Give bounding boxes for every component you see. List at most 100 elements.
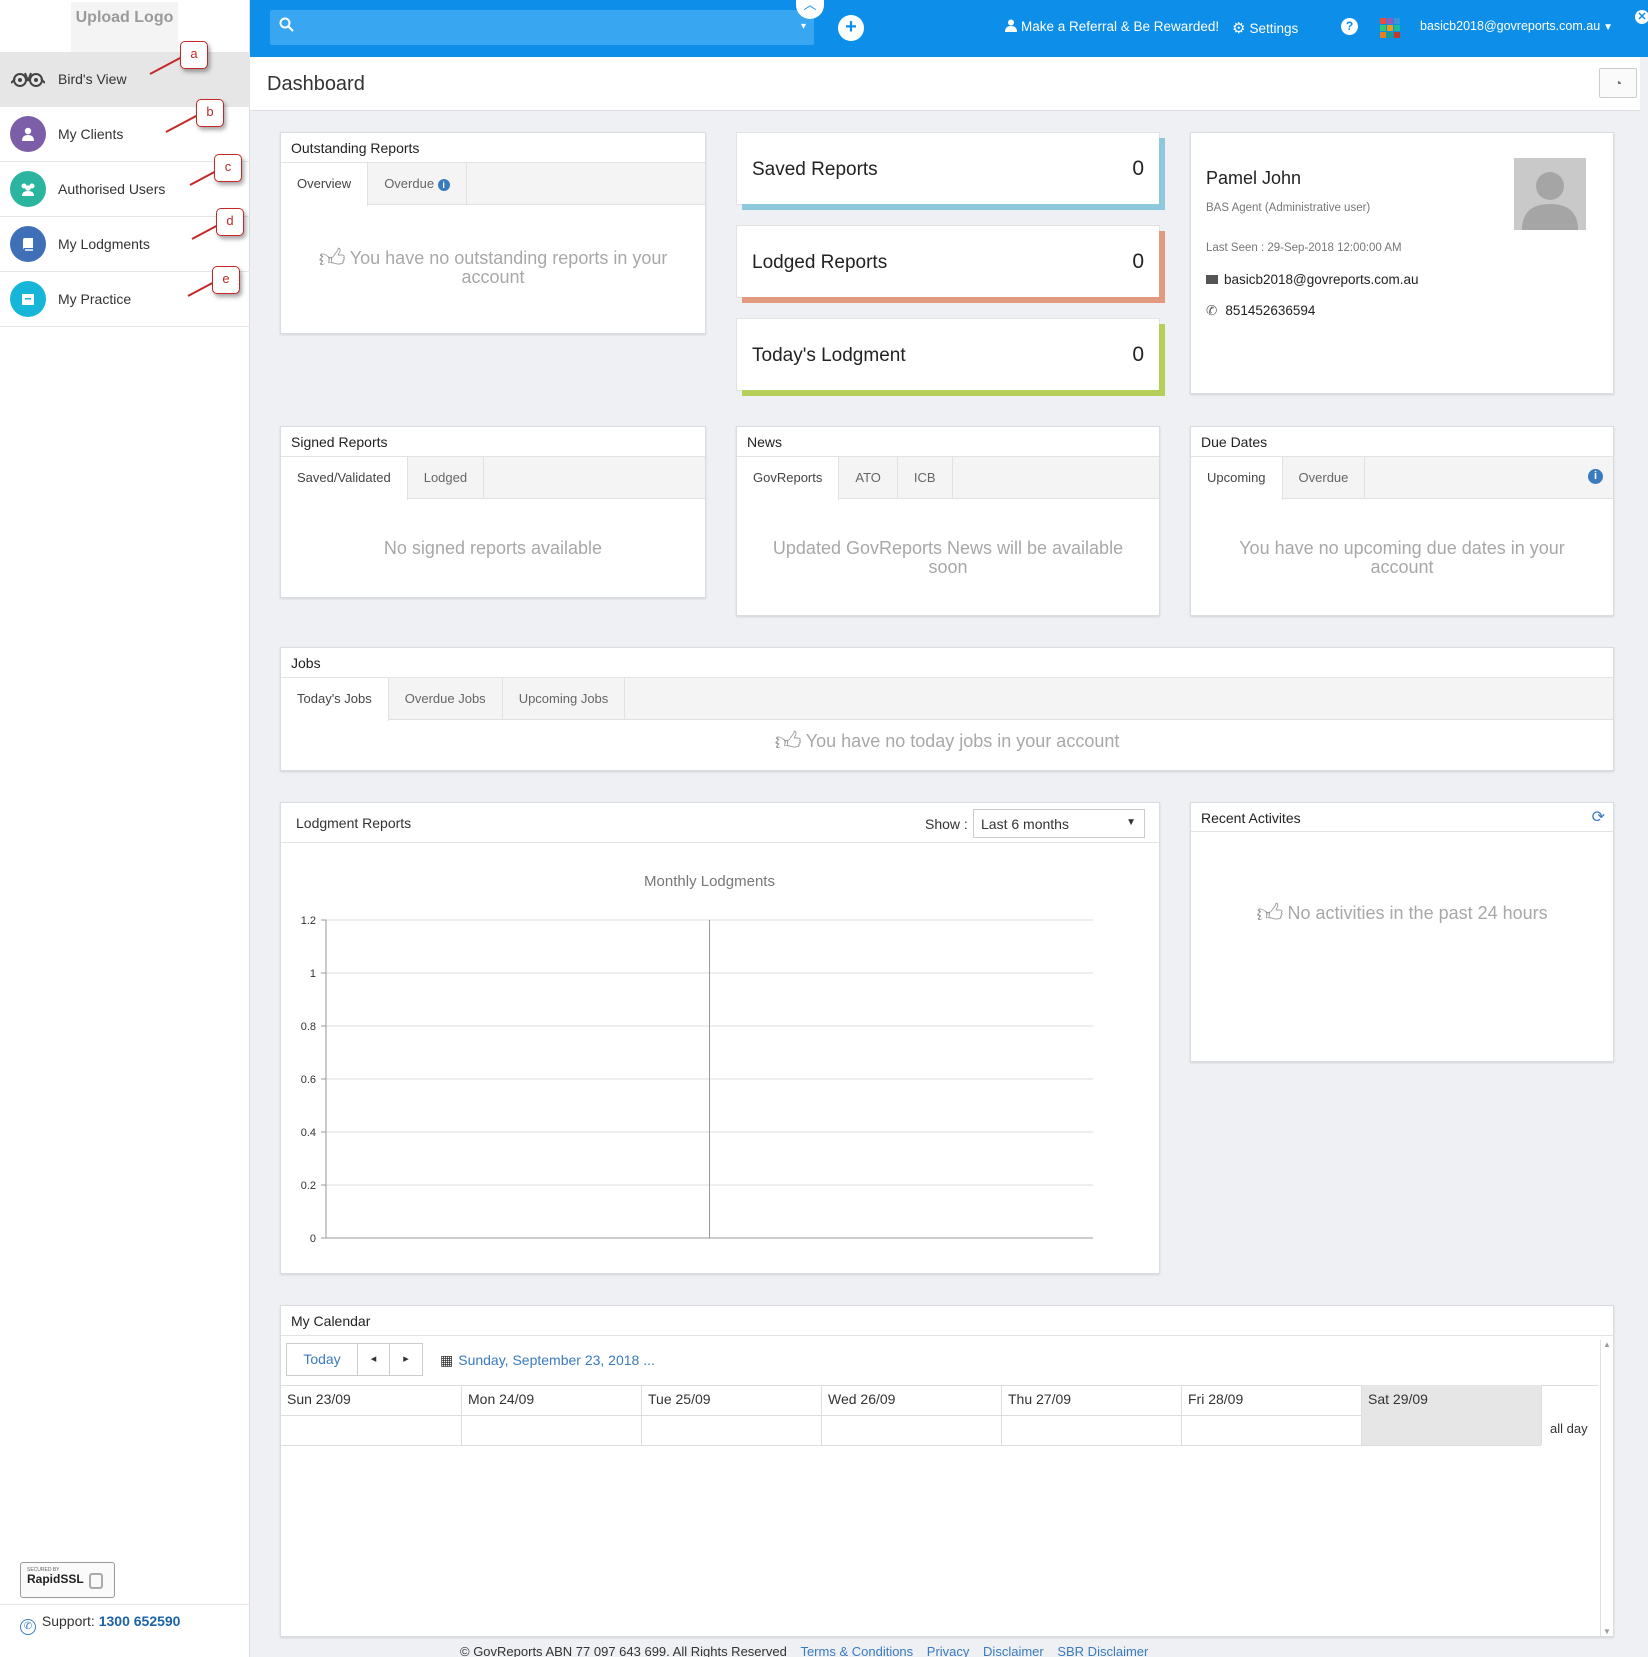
tab-bar: Overview Overdue i [281,163,705,206]
y-tick-label: 0.8 [301,1021,316,1033]
users-icon [10,171,46,207]
footer-link-terms[interactable]: Terms & Conditions [800,1644,913,1657]
tab-overdue[interactable]: Overdue i [368,163,467,205]
dashboard-gauge-icon: ◔ [1613,75,1623,91]
calendar-today-button[interactable]: Today [286,1343,358,1376]
calendar-day-column[interactable]: Sun 23/09 [281,1385,462,1445]
phone-icon: ✆ [20,1619,36,1635]
stat-value: 0 [1132,157,1144,180]
panel-title: Recent Activites ⟳ [1191,803,1613,832]
plus-icon: + [845,16,857,38]
empty-message: You have no upcoming due dates in your a… [1239,538,1565,577]
accent-bar [742,204,1159,210]
news-panel: News GovReports ATO ICB Updated GovRepor… [736,426,1160,616]
calendar-day-column[interactable]: Sat 29/09 [1362,1385,1542,1445]
calendar-day-column[interactable]: Mon 24/09 [462,1385,642,1445]
tab-overdue-jobs[interactable]: Overdue Jobs [389,678,503,720]
chevron-down-icon: ▼ [1603,22,1614,33]
calendar-day-column[interactable]: Fri 28/09 [1182,1385,1362,1445]
tab-govreports[interactable]: GovReports [737,457,840,500]
profile-phone-row: ✆ 851452636594 [1206,303,1315,319]
recent-activities-panel: Recent Activites ⟳ 👍︎ No activities in th… [1190,802,1614,1062]
footer: © GovReports ABN 77 097 643 699. All Rig… [460,1644,1148,1657]
tab-upcoming-jobs[interactable]: Upcoming Jobs [503,678,626,720]
accent-bar [1159,231,1165,303]
y-tick-label: 0.2 [301,1180,316,1192]
refresh-icon[interactable]: ⟳ [1592,803,1605,833]
tab-overview[interactable]: Overview [281,163,369,206]
user-menu[interactable]: basicb2018@govreports.com.au ▼ [1420,19,1613,33]
info-icon[interactable]: i [1588,469,1603,484]
tab-upcoming[interactable]: Upcoming [1191,457,1283,500]
search-input[interactable]: ▾ [270,10,814,45]
calendar-day-column[interactable]: Tue 25/09 [642,1385,822,1445]
sidebar-item-label: My Clients [58,126,124,142]
calendar-divider [281,1445,1541,1446]
support-phone[interactable]: 1300 652590 [99,1613,181,1629]
calendar-scrollbar[interactable]: ▲ ▼ [1600,1340,1614,1636]
scroll-up-icon[interactable]: ▲ [1603,1340,1611,1349]
tab-bar: GovReports ATO ICB [737,457,1159,500]
stat-label: Today's Lodgment [752,345,906,366]
tab-lodged[interactable]: Lodged [408,457,485,499]
empty-message: 👍︎ You have no outstanding reports in you… [281,245,705,287]
empty-message: No signed reports available [383,538,603,558]
empty-message: 👍︎ No activities in the past 24 hours [1191,900,1613,926]
gear-icon: ⚙ [1232,20,1246,37]
scroll-down-icon[interactable]: ▼ [1603,1627,1611,1636]
y-tick-label: 1.2 [301,915,316,927]
thumbs-up-icon: 👍︎ [774,726,802,756]
calendar-date-picker[interactable]: ▦ Sunday, September 23, 2018 ... [440,1352,655,1369]
empty-text: No activities in the past 24 hours [1287,903,1548,923]
stat-value: 0 [1132,343,1144,366]
phone-icon: ✆ [1206,303,1218,318]
page-title: Dashboard [267,73,365,95]
upload-logo[interactable]: Upload Logo [71,2,178,52]
apps-grid-icon[interactable] [1380,18,1400,38]
stat-value: 0 [1132,250,1144,273]
chart-title: Monthly Lodgments [644,873,775,890]
tab-overdue[interactable]: Overdue [1283,457,1366,499]
calendar-next-button[interactable]: ▸ [389,1343,423,1376]
sidebar-item-label: My Lodgments [58,236,150,252]
todays-lodgment-card[interactable]: Today's Lodgment 0 [736,318,1165,396]
help-icon[interactable]: ? [1341,18,1358,35]
sidebar-item-authorised-users[interactable]: Authorised Users [0,162,250,217]
tab-saved-validated[interactable]: Saved/Validated [281,457,408,500]
calendar-day-column[interactable]: Thu 27/09 [1002,1385,1182,1445]
sidebar-item-my-lodgments[interactable]: My Lodgments [0,217,250,272]
panel-title: Jobs [281,648,1613,678]
dashboard-customize-button[interactable]: ◔ [1599,68,1637,98]
support-label: Support: [41,1613,95,1629]
due-dates-panel: Due Dates Upcoming Overdue i You have no… [1190,426,1614,616]
profile-name: Pamel John [1206,168,1302,188]
lodged-reports-card[interactable]: Lodged Reports 0 [736,225,1165,303]
add-button[interactable]: + [838,15,864,41]
footer-link-disclaimer[interactable]: Disclaimer [983,1644,1044,1657]
calendar-day-column[interactable]: Wed 26/09 [822,1385,1002,1445]
tab-ato[interactable]: ATO [839,457,898,499]
callout-d: d [216,208,244,236]
referral-link[interactable]: Make a Referral & Be Rewarded! [1005,19,1219,34]
period-select[interactable]: Last 6 months ▼ [973,809,1145,838]
close-icon[interactable]: ✕ [1635,10,1648,24]
lodgment-chart: Monthly Lodgments 1.2 1 0.8 0.6 0.4 0.2 0 [301,873,1093,1245]
lock-icon [88,1573,103,1589]
accent-bar [1159,138,1165,210]
saved-reports-card[interactable]: Saved Reports 0 [736,132,1165,210]
calendar-prev-button[interactable]: ◂ [357,1343,390,1376]
referral-label: Make a Referral & Be Rewarded! [1021,19,1220,34]
period-select-value: Last 6 months [981,816,1069,832]
empty-message: Updated GovReports News will be availabl… [772,538,1124,577]
tab-icb[interactable]: ICB [898,457,953,499]
footer-link-sbr-disclaimer[interactable]: SBR Disclaimer [1057,1644,1148,1657]
envelope-icon [1206,275,1218,284]
owl-icon [10,61,46,97]
search-dropdown-caret-icon[interactable]: ▾ [801,21,806,32]
settings-link[interactable]: ⚙ Settings [1232,19,1298,37]
tab-todays-jobs[interactable]: Today's Jobs [281,678,389,721]
panel-title: Lodgment Reports [296,815,412,831]
y-tick-label: 0.4 [301,1127,316,1139]
tab-label: Overdue [384,176,435,191]
footer-link-privacy[interactable]: Privacy [927,1644,970,1657]
